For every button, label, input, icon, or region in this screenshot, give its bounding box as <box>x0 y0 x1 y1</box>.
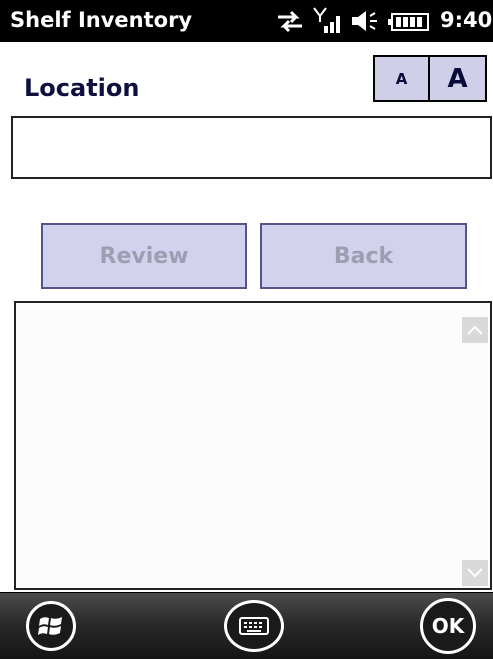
volume-icon <box>352 11 377 31</box>
chevron-up-icon <box>467 325 483 335</box>
location-input[interactable] <box>11 116 492 179</box>
windows-start-icon <box>38 617 62 635</box>
location-label: Location <box>24 74 140 102</box>
clock: 9:40 <box>440 8 493 32</box>
ok-button[interactable]: OK <box>420 598 476 654</box>
back-button[interactable]: Back <box>260 223 467 289</box>
app-title: Shelf Inventory <box>10 8 193 32</box>
bottom-softkey-bar: OK <box>0 592 493 659</box>
signal-icon <box>313 7 340 33</box>
scroll-up-button[interactable] <box>462 317 488 343</box>
chevron-down-icon <box>467 568 483 578</box>
review-button[interactable]: Review <box>41 223 247 289</box>
keyboard-button[interactable] <box>224 600 284 652</box>
font-size-small-button[interactable]: A <box>373 55 430 102</box>
battery-icon <box>388 13 429 31</box>
scroll-down-button[interactable] <box>462 560 488 586</box>
font-size-large-button[interactable]: A <box>428 55 487 102</box>
status-bar: Shelf Inventory 9:40 <box>0 0 493 42</box>
start-button[interactable] <box>26 601 76 651</box>
data-sync-icon <box>278 10 302 33</box>
keyboard-icon <box>239 617 269 635</box>
app-window: Shelf Inventory 9:40 Location A A Review… <box>0 0 493 659</box>
results-list[interactable] <box>14 301 492 590</box>
